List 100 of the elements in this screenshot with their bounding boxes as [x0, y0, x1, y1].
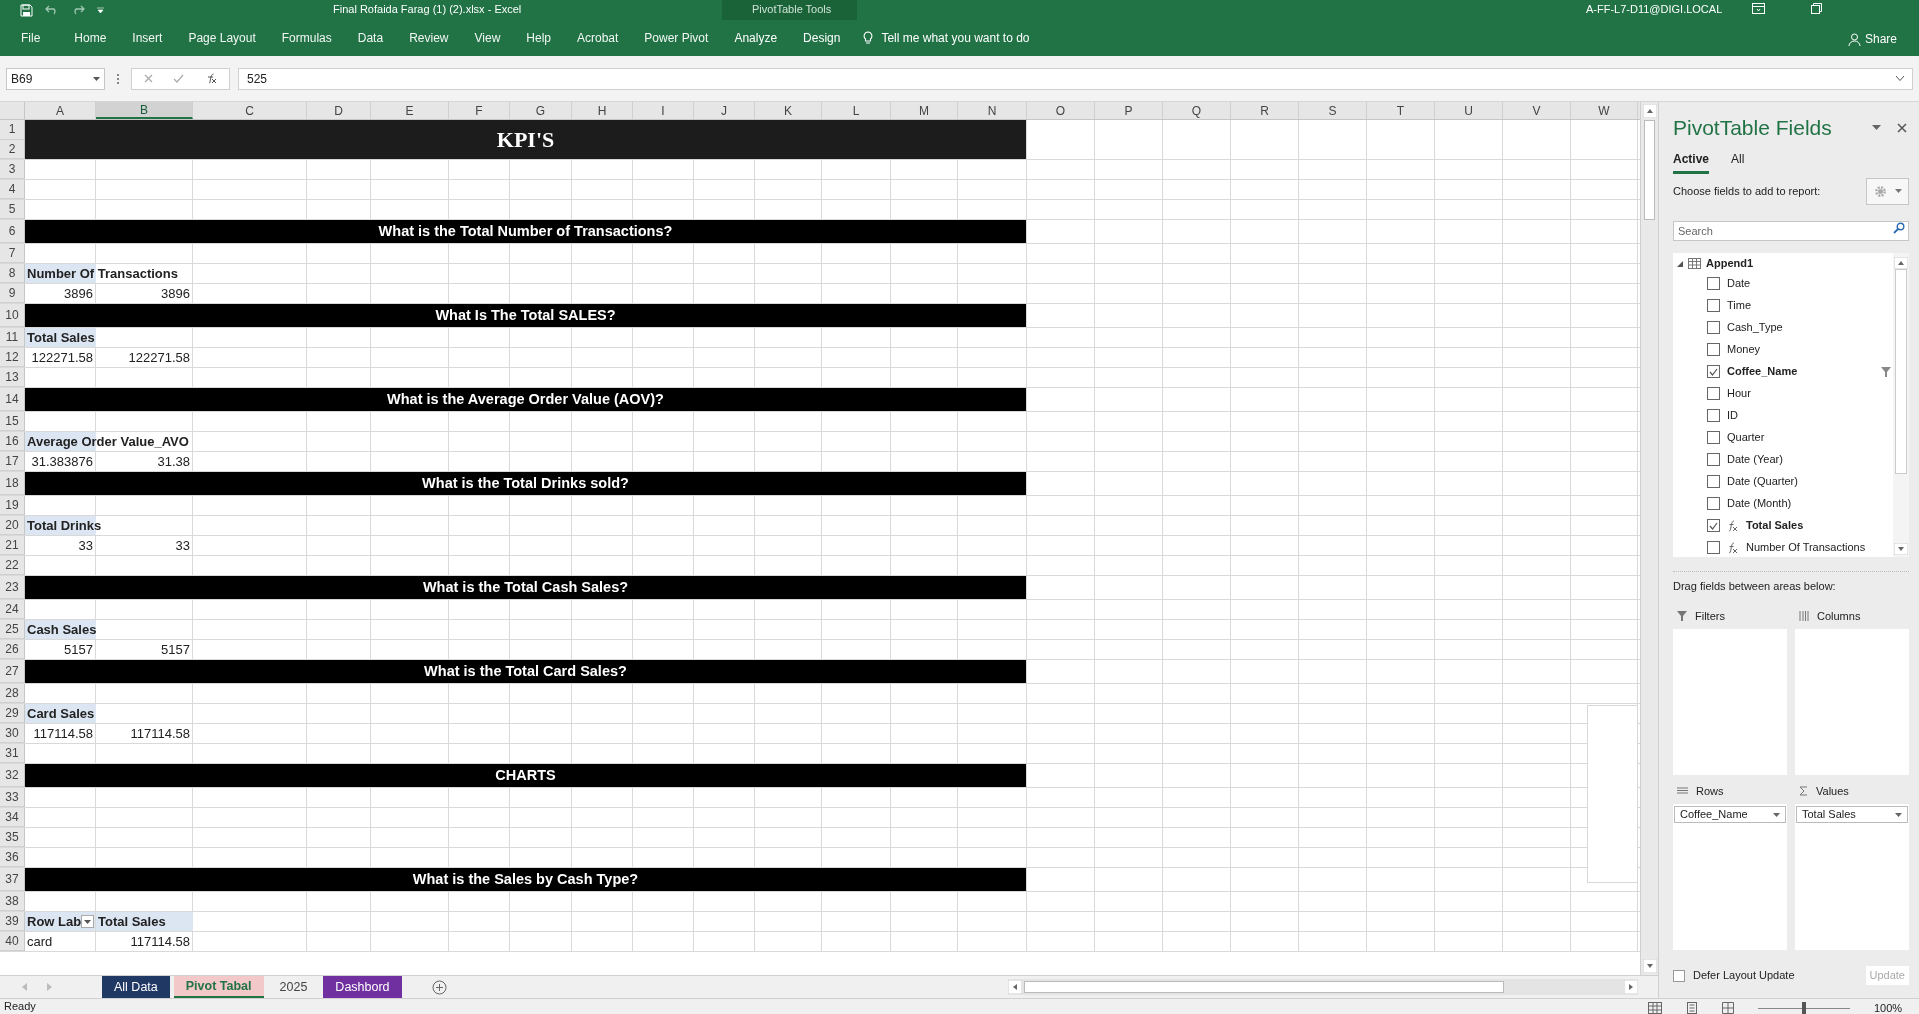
ribbon-tab[interactable]: Design: [790, 20, 854, 56]
row-header[interactable]: 21: [0, 536, 24, 555]
drop-area[interactable]: Coffee_Name: [1673, 804, 1787, 950]
column-header[interactable]: K: [755, 102, 822, 119]
customize-icon[interactable]: [97, 6, 104, 14]
table-name[interactable]: Append1: [1706, 255, 1754, 272]
row-header[interactable]: 27: [0, 660, 24, 683]
scroll-down-icon[interactable]: [1642, 959, 1657, 973]
list-scrollbar[interactable]: [1893, 252, 1909, 557]
column-header[interactable]: T: [1367, 102, 1435, 119]
row-header[interactable]: 34: [0, 808, 24, 827]
row-header[interactable]: 20: [0, 516, 24, 535]
field-name[interactable]: Number Of Transactions: [1746, 539, 1891, 556]
ribbon-tab[interactable]: Formulas: [268, 20, 345, 56]
expand-icon[interactable]: [1677, 260, 1683, 267]
column-header[interactable]: D: [307, 102, 371, 119]
row-header[interactable]: 40: [0, 932, 24, 951]
sheet-tab[interactable]: Dashbord: [323, 976, 402, 998]
scroll-thumb[interactable]: [1644, 120, 1655, 220]
row-header[interactable]: 31: [0, 744, 24, 763]
row-header[interactable]: 23: [0, 576, 24, 599]
column-header[interactable]: I: [633, 102, 694, 119]
row-header[interactable]: 6: [0, 220, 24, 243]
column-header[interactable]: B: [96, 102, 193, 119]
row-header[interactable]: 16: [0, 432, 24, 451]
row-header[interactable]: 17: [0, 452, 24, 471]
row-header[interactable]: 36: [0, 848, 24, 867]
row-header[interactable]: 37: [0, 868, 24, 891]
checkbox[interactable]: [1707, 475, 1720, 488]
slider-thumb[interactable]: [1802, 1002, 1806, 1014]
scroll-right-icon[interactable]: [1624, 980, 1638, 994]
checkbox[interactable]: [1707, 519, 1720, 532]
field-name[interactable]: Coffee_Name: [1727, 363, 1874, 380]
checkbox[interactable]: [1707, 277, 1720, 290]
column-header[interactable]: M: [891, 102, 958, 119]
column-header[interactable]: C: [193, 102, 307, 119]
row-header[interactable]: 19: [0, 496, 24, 515]
panel-tab[interactable]: Active: [1673, 149, 1710, 174]
ribbon-tab[interactable]: Analyze: [721, 20, 791, 56]
column-header[interactable]: Q: [1163, 102, 1231, 119]
column-header[interactable]: R: [1231, 102, 1299, 119]
column-header[interactable]: F: [449, 102, 510, 119]
row-header[interactable]: 11: [0, 328, 24, 347]
row-header[interactable]: 1: [0, 120, 24, 140]
field-name[interactable]: Cash_Type: [1727, 319, 1891, 336]
column-header[interactable]: O: [1027, 102, 1095, 119]
checkbox[interactable]: [1707, 409, 1720, 422]
zoom-slider[interactable]: [1758, 1002, 1850, 1014]
search-icon[interactable]: [1893, 221, 1905, 234]
row-header[interactable]: 25: [0, 620, 24, 639]
checkbox[interactable]: [1707, 299, 1720, 312]
checkbox[interactable]: [1707, 497, 1720, 510]
vertical-scrollbar[interactable]: [1640, 102, 1658, 975]
filter-dropdown[interactable]: [81, 915, 94, 928]
redo-icon[interactable]: [71, 5, 85, 15]
share-button[interactable]: Share: [1847, 30, 1897, 48]
expand-icon[interactable]: [1896, 76, 1904, 81]
panel-options-icon[interactable]: [1872, 125, 1881, 131]
search-field[interactable]: Search: [1673, 220, 1909, 241]
ribbon-tab[interactable]: Power Pivot: [631, 20, 722, 56]
checkbox[interactable]: [1707, 387, 1720, 400]
field-name[interactable]: Hour: [1727, 385, 1891, 402]
row-header[interactable]: 7: [0, 244, 24, 263]
row-header[interactable]: 4: [0, 180, 24, 199]
row-header[interactable]: 15: [0, 412, 24, 431]
column-header[interactable]: N: [958, 102, 1027, 119]
area-field[interactable]: Total Sales: [1796, 806, 1908, 823]
field-name[interactable]: ID: [1727, 407, 1891, 424]
field-name[interactable]: Date (Month): [1727, 495, 1891, 512]
checkbox[interactable]: [1707, 321, 1720, 334]
sheet-tab[interactable]: All Data: [102, 976, 170, 998]
sheet-tab[interactable]: 2025: [267, 976, 320, 998]
row-header[interactable]: 32: [0, 764, 24, 787]
ribbon-display-icon[interactable]: [1752, 3, 1765, 14]
row-header[interactable]: 8: [0, 264, 24, 283]
row-header[interactable]: 13: [0, 368, 24, 387]
scroll-up-icon[interactable]: [1642, 104, 1657, 118]
dropdown-icon[interactable]: [93, 76, 100, 81]
column-header[interactable]: E: [371, 102, 449, 119]
column-header[interactable]: V: [1503, 102, 1571, 119]
row-header[interactable]: 39: [0, 912, 24, 931]
checkbox[interactable]: [1707, 453, 1720, 466]
row-header[interactable]: 28: [0, 684, 24, 703]
field-name[interactable]: Time: [1727, 297, 1891, 314]
undo-icon[interactable]: [45, 5, 59, 15]
row-header[interactable]: 14: [0, 388, 24, 411]
row-header[interactable]: 38: [0, 892, 24, 911]
row-header[interactable]: 10: [0, 304, 24, 327]
field-name[interactable]: Date (Year): [1727, 451, 1891, 468]
field-name[interactable]: Total Sales: [1746, 517, 1891, 534]
row-header[interactable]: 35: [0, 828, 24, 847]
column-header[interactable]: G: [510, 102, 572, 119]
row-header[interactable]: 18: [0, 472, 24, 495]
scroll-down-icon[interactable]: [1894, 542, 1908, 555]
column-header[interactable]: L: [822, 102, 891, 119]
row-header[interactable]: 26: [0, 640, 24, 659]
column-header[interactable]: S: [1299, 102, 1367, 119]
page-layout-icon[interactable]: [1686, 1002, 1698, 1014]
row-header[interactable]: 5: [0, 200, 24, 219]
column-header[interactable]: P: [1095, 102, 1163, 119]
